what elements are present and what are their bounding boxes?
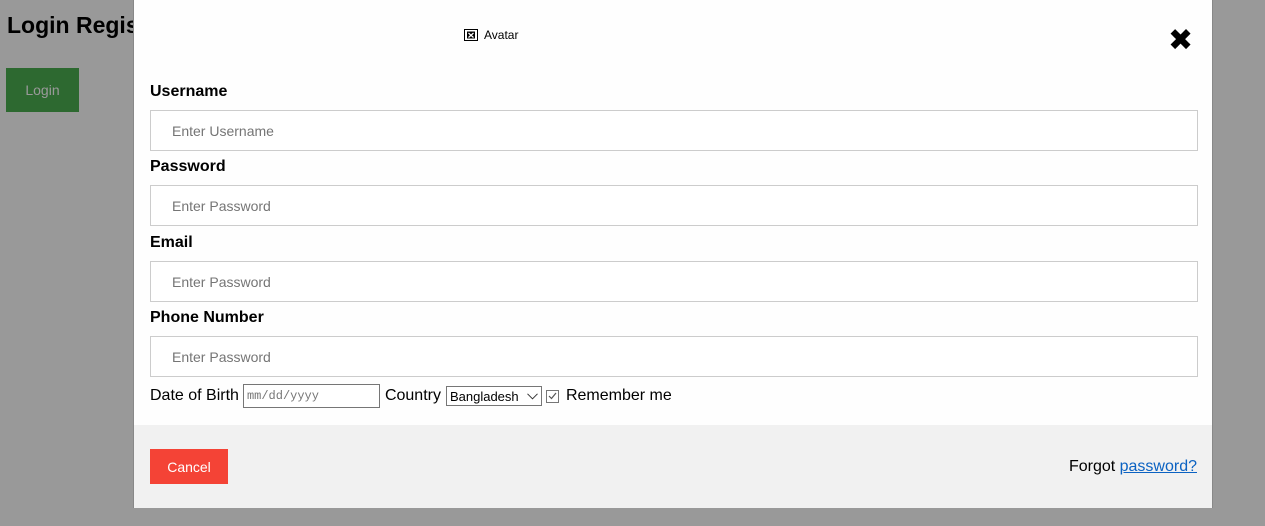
remember-label: Remember me — [565, 387, 672, 404]
dob-input[interactable] — [242, 384, 380, 408]
country-selected-value: Bangladesh — [449, 388, 519, 404]
dob-label: Date of Birth — [150, 387, 239, 404]
remember-checkbox[interactable] — [545, 389, 559, 403]
country-label: Country — [384, 387, 441, 404]
phone-input[interactable] — [150, 336, 1198, 377]
username-label: Username — [150, 83, 228, 100]
modal-footer: Cancel Forgot password? — [134, 425, 1212, 508]
login-modal: Avatar ✖ Username Password Email Phone N… — [133, 0, 1213, 508]
email-input[interactable] — [150, 261, 1198, 302]
chevron-down-icon — [527, 392, 538, 400]
forgot-password-link[interactable]: password? — [1120, 458, 1197, 475]
email-label: Email — [150, 234, 193, 251]
phone-label: Phone Number — [150, 309, 264, 326]
country-select[interactable]: Bangladesh — [445, 386, 542, 406]
avatar-alt-text: Avatar — [484, 28, 519, 42]
broken-image-icon — [464, 29, 478, 41]
forgot-password: Forgot password? — [1069, 458, 1197, 476]
password-label: Password — [150, 158, 226, 175]
close-icon[interactable]: ✖ — [1168, 26, 1193, 56]
cancel-button[interactable]: Cancel — [150, 449, 228, 484]
checkmark-icon — [548, 392, 557, 400]
avatar: Avatar — [464, 28, 518, 42]
username-input[interactable] — [150, 110, 1198, 151]
password-input[interactable] — [150, 185, 1198, 226]
forgot-text: Forgot — [1068, 458, 1120, 475]
extra-fields-row: Date of Birth Country Bangladesh Remembe… — [150, 384, 672, 408]
